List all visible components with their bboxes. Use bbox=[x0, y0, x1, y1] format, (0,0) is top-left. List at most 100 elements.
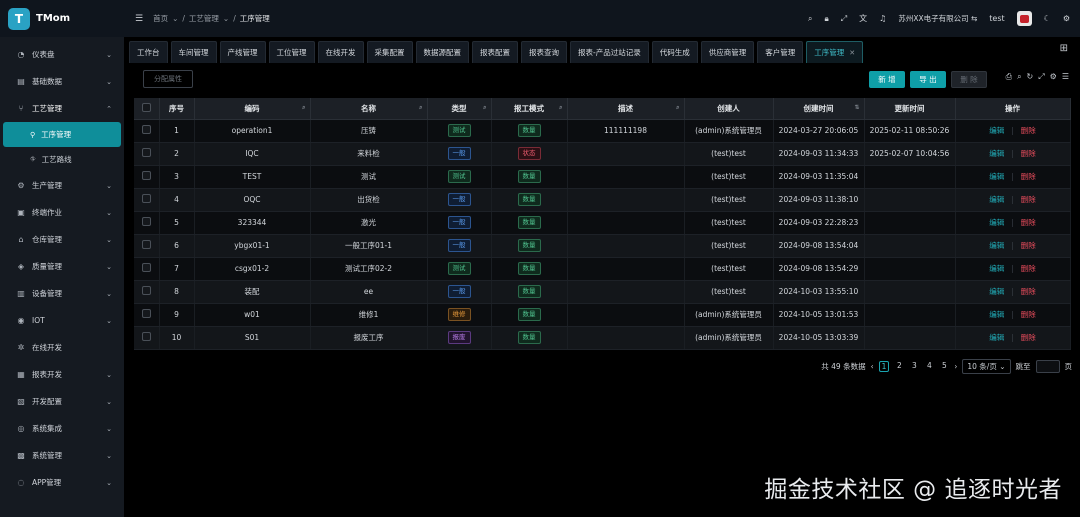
density-icon[interactable]: ☰ bbox=[1062, 72, 1069, 82]
tab[interactable]: 供应商管理 bbox=[700, 41, 755, 63]
fullscreen-icon[interactable]: ⤢ bbox=[841, 14, 847, 24]
sidebar-item[interactable]: ▥ 设备管理 ⌄ bbox=[0, 280, 124, 307]
checkbox[interactable] bbox=[141, 171, 151, 180]
checkbox[interactable] bbox=[141, 240, 151, 249]
row-checkbox[interactable] bbox=[134, 303, 160, 327]
logo[interactable]: T TMom bbox=[0, 0, 124, 37]
page-number[interactable]: 3 bbox=[909, 361, 919, 372]
edit-link[interactable]: 编辑 bbox=[989, 172, 1004, 181]
sidebar-item[interactable]: ◔ 仪表盘 ⌄ bbox=[0, 41, 124, 68]
checkbox[interactable] bbox=[141, 148, 151, 157]
sidebar-item[interactable]: ▦ 报表开发 ⌄ bbox=[0, 361, 124, 388]
next-page-icon[interactable]: › bbox=[954, 362, 957, 371]
sidebar-item[interactable]: ⑂ 工艺管理 ⌃ bbox=[0, 95, 124, 122]
checkbox[interactable] bbox=[141, 263, 151, 272]
sidebar-item[interactable]: ▣ 终端作业 ⌄ bbox=[0, 199, 124, 226]
refresh-icon[interactable]: ↻ bbox=[1027, 72, 1034, 82]
delete-link[interactable]: 删除 bbox=[1021, 126, 1036, 135]
column-settings-icon[interactable]: ⚙ bbox=[1050, 72, 1057, 82]
checkbox[interactable] bbox=[141, 309, 151, 318]
search-icon[interactable]: ⌕ bbox=[419, 104, 422, 112]
edit-link[interactable]: 编辑 bbox=[989, 241, 1004, 250]
edit-link[interactable]: 编辑 bbox=[989, 264, 1004, 273]
sidebar-item[interactable]: ◎ 系统集成 ⌄ bbox=[0, 415, 124, 442]
col-header-desc[interactable]: 描述 ⌕ bbox=[567, 98, 685, 120]
search-icon[interactable]: ⌕ bbox=[559, 104, 562, 112]
sort-icon[interactable]: ⇅ bbox=[854, 104, 859, 111]
bell-icon[interactable]: ♫ bbox=[879, 14, 886, 23]
row-checkbox[interactable] bbox=[134, 280, 160, 304]
tab[interactable]: 在线开发 bbox=[317, 41, 364, 63]
edit-link[interactable]: 编辑 bbox=[989, 333, 1004, 342]
edit-link[interactable]: 编辑 bbox=[989, 149, 1004, 158]
edit-link[interactable]: 编辑 bbox=[989, 126, 1004, 135]
tab[interactable]: 报表配置 bbox=[472, 41, 518, 63]
row-checkbox[interactable] bbox=[134, 188, 160, 212]
grid-menu-icon[interactable]: ⊞ bbox=[1060, 43, 1068, 54]
delete-link[interactable]: 删除 bbox=[1021, 149, 1036, 158]
company-switch[interactable]: 苏州XX电子有限公司 ⇆ bbox=[898, 13, 977, 24]
search-icon[interactable]: ⌕ bbox=[676, 104, 679, 112]
sidebar-item[interactable]: ◈ 质量管理 ⌄ bbox=[0, 253, 124, 280]
sidebar-item[interactable]: ▧ 开发配置 ⌄ bbox=[0, 388, 124, 415]
edit-link[interactable]: 编辑 bbox=[989, 218, 1004, 227]
delete-link[interactable]: 删除 bbox=[1021, 218, 1036, 227]
add-button[interactable]: 新 增 bbox=[869, 71, 905, 88]
prev-page-icon[interactable]: ‹ bbox=[871, 362, 874, 371]
search-icon[interactable]: ⌕ bbox=[1017, 72, 1021, 82]
edit-link[interactable]: 编辑 bbox=[989, 287, 1004, 296]
row-checkbox[interactable] bbox=[134, 257, 160, 281]
page-jump-input[interactable] bbox=[1035, 360, 1060, 373]
tab[interactable]: 工位管理 bbox=[268, 41, 315, 63]
tab[interactable]: 报表查询 bbox=[521, 41, 567, 63]
print-icon[interactable]: ⎙ bbox=[1006, 72, 1012, 82]
sidebar-subitem[interactable]: ⚲ 工序管理 bbox=[3, 122, 121, 147]
checkbox[interactable] bbox=[141, 217, 151, 226]
row-checkbox[interactable] bbox=[134, 234, 160, 258]
col-header-created[interactable]: 创建时间 ⇅ bbox=[773, 98, 865, 120]
checkbox[interactable] bbox=[141, 332, 151, 341]
tab[interactable]: 代码生成 bbox=[651, 41, 698, 63]
delete-link[interactable]: 删除 bbox=[1021, 195, 1036, 204]
tab[interactable]: 客户管理 bbox=[757, 41, 804, 63]
tab[interactable]: 工序管理 ✕ bbox=[806, 41, 864, 63]
row-checkbox[interactable] bbox=[134, 326, 160, 350]
lock-icon[interactable]: 🔒︎ bbox=[824, 14, 828, 24]
edit-link[interactable]: 编辑 bbox=[989, 195, 1004, 204]
sidebar-subitem[interactable]: ⛗ 工艺路线 bbox=[0, 147, 124, 172]
tab[interactable]: 数据源配置 bbox=[415, 41, 469, 63]
tab[interactable]: 产线管理 bbox=[219, 41, 266, 63]
row-checkbox[interactable] bbox=[134, 211, 160, 235]
menu-toggle-icon[interactable]: ☰ bbox=[135, 14, 143, 24]
page-number[interactable]: 5 bbox=[939, 361, 949, 372]
page-number[interactable]: 2 bbox=[894, 361, 904, 372]
sidebar-item[interactable]: ✲ 在线开发 bbox=[0, 334, 124, 361]
page-size-select[interactable]: 10 条/页 ⌄ bbox=[962, 359, 1011, 374]
avatar[interactable] bbox=[1016, 11, 1032, 26]
export-button[interactable]: 导 出 bbox=[910, 71, 946, 88]
delete-link[interactable]: 删除 bbox=[1021, 310, 1036, 319]
page-number[interactable]: 1 bbox=[878, 361, 890, 372]
breadcrumb-home[interactable]: 首页 bbox=[153, 13, 168, 24]
edit-link[interactable]: 编辑 bbox=[989, 310, 1004, 319]
checkbox[interactable] bbox=[141, 286, 151, 295]
row-checkbox[interactable] bbox=[134, 142, 160, 166]
col-header-mode[interactable]: 报工模式 ⌕ bbox=[491, 98, 568, 120]
close-icon[interactable]: ✕ bbox=[849, 49, 855, 57]
sidebar-item[interactable]: ⚙ 生产管理 ⌄ bbox=[0, 172, 124, 199]
checkbox[interactable] bbox=[141, 194, 151, 203]
tab[interactable]: 车间管理 bbox=[170, 41, 217, 63]
tab[interactable]: 工作台 bbox=[129, 41, 168, 63]
col-header-name[interactable]: 名称 ⌕ bbox=[310, 98, 428, 120]
row-checkbox[interactable] bbox=[134, 165, 160, 189]
col-header-type[interactable]: 类型 ⌕ bbox=[427, 98, 492, 120]
select-all-checkbox[interactable] bbox=[134, 98, 160, 120]
delete-link[interactable]: 删除 bbox=[1021, 333, 1036, 342]
tab[interactable]: 采集配置 bbox=[366, 41, 413, 63]
col-header-code[interactable]: 编码 ⌕ bbox=[194, 98, 311, 120]
search-icon[interactable]: ⌕ bbox=[808, 14, 812, 24]
sidebar-item[interactable]: ⌂ 仓库管理 ⌄ bbox=[0, 226, 124, 253]
row-checkbox[interactable] bbox=[134, 119, 160, 143]
delete-link[interactable]: 删除 bbox=[1021, 241, 1036, 250]
page-number[interactable]: 4 bbox=[924, 361, 934, 372]
